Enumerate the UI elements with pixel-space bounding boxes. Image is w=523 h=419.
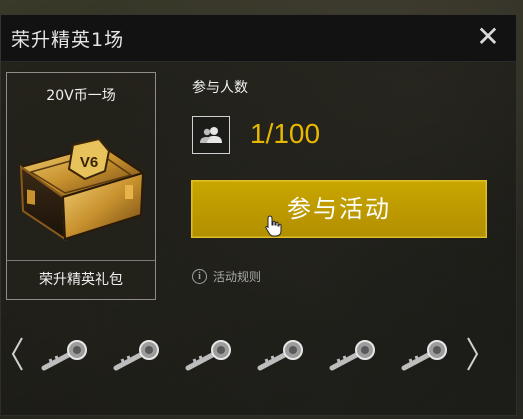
join-event-button[interactable]: 参与活动 (191, 180, 487, 238)
key-icon[interactable] (400, 338, 448, 374)
key-icon[interactable] (184, 338, 232, 374)
chevron-right-icon[interactable] (462, 334, 482, 374)
hand-cursor-icon (265, 215, 282, 237)
dialog-title: 荣升精英1场 (11, 29, 125, 51)
rules-link[interactable]: i 活动规则 (192, 268, 261, 285)
key-carousel (0, 320, 515, 400)
key-icon[interactable] (328, 338, 376, 374)
key-icon[interactable] (256, 338, 304, 374)
close-icon: ✕ (476, 20, 500, 53)
people-icon (192, 116, 230, 154)
chevron-left-icon[interactable] (8, 334, 28, 374)
chest-emblem-text: V6 (80, 154, 98, 171)
title-bar: 荣升精英1场 ✕ (1, 15, 516, 62)
reward-price-label: 20V币一场 (46, 88, 116, 104)
join-event-label: 参与活动 (287, 195, 391, 223)
close-button[interactable]: ✕ (474, 21, 502, 53)
chest-icon: V6 (18, 137, 146, 241)
key-icon[interactable] (112, 338, 160, 374)
participants-label: 参与人数 (192, 80, 248, 96)
reward-name-label: 荣升精英礼包 (7, 260, 155, 299)
reward-card: 20V币一场 V6 荣升精英礼包 (6, 72, 156, 300)
info-icon: i (192, 269, 207, 284)
participant-count: 1/100 (250, 118, 321, 149)
rules-label: 活动规则 (213, 270, 262, 284)
key-icon[interactable] (40, 338, 88, 374)
